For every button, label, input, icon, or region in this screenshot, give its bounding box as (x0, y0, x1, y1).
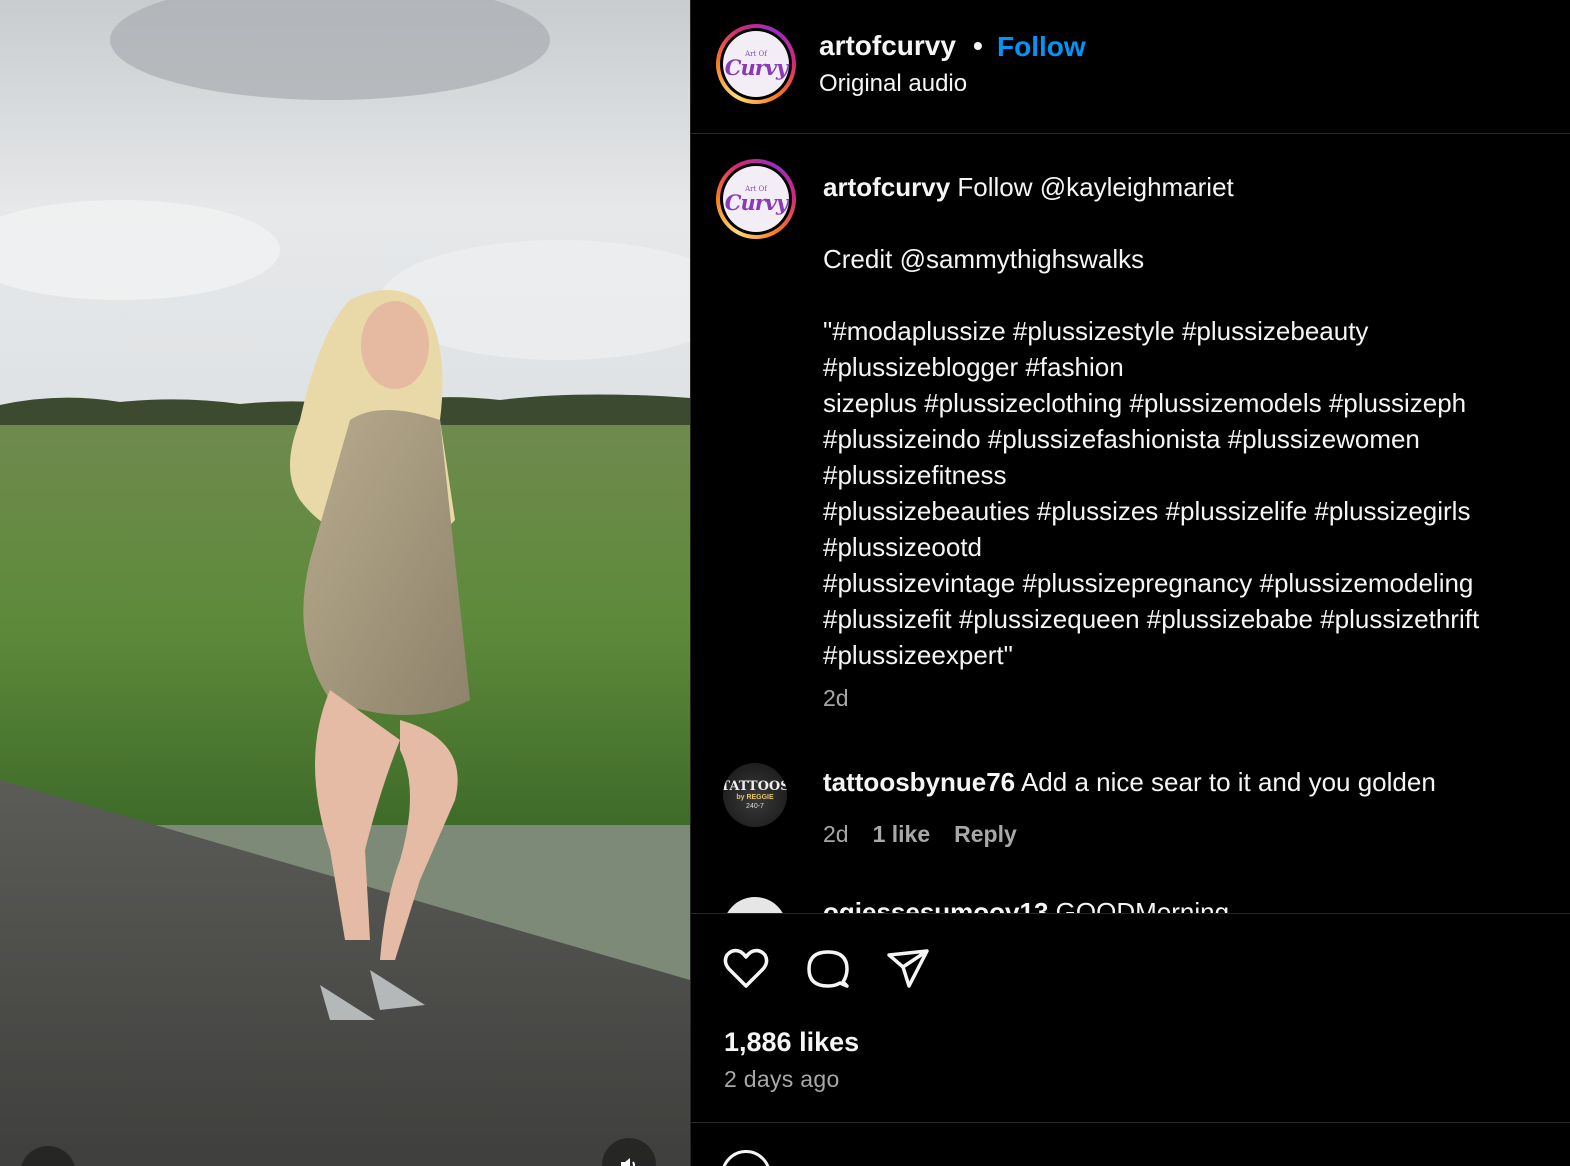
comment-text: tattoosbynue76 Add a nice sear to it and… (823, 767, 1436, 798)
audio-link[interactable]: Original audio (819, 70, 967, 98)
heart-icon[interactable] (721, 944, 771, 994)
caption-text: artofcurvy Follow @kayleighmariet Credit… (823, 169, 1570, 673)
comment-icon[interactable] (803, 944, 853, 994)
caption-username-link[interactable]: artofcurvy (823, 172, 950, 202)
reel-video[interactable]: ⋯ (0, 0, 690, 1166)
commenter-username-link[interactable]: ogjessesumoov13 (823, 897, 1048, 913)
post-timestamp[interactable]: 2 days ago (724, 1066, 840, 1093)
comment-body: GOODMorning (1055, 897, 1230, 913)
commenter-avatar[interactable] (723, 897, 787, 913)
comment-likes-count[interactable]: 1 like (873, 821, 931, 848)
comment-text: ogjessesumoov13 GOODMorning (823, 897, 1229, 913)
comment-meta: 2d 1 like Reply (823, 821, 1017, 848)
follow-button[interactable]: Follow (997, 31, 1086, 63)
commenter-avatar[interactable]: TATTOOS by REGGIE 240-7 (723, 763, 787, 827)
avatar-logo-text-number: 240-7 (746, 802, 764, 810)
speaker-icon (621, 1158, 635, 1166)
separator-dot: • (973, 30, 983, 61)
caption-body: Follow @kayleighmariet Credit @sammythig… (823, 172, 1480, 670)
reply-button[interactable]: Reply (954, 821, 1017, 848)
post-actions: 1,886 likes 2 days ago (691, 913, 1570, 1123)
caption-author-avatar[interactable]: Art Of Curvy (716, 159, 796, 239)
video-frame (0, 0, 690, 1166)
post-details-panel: Art Of Curvy artofcurvy • Follow Origina… (690, 0, 1570, 1166)
post-header: Art Of Curvy artofcurvy • Follow Origina… (691, 0, 1570, 134)
caption-timestamp[interactable]: 2d (823, 685, 849, 712)
emoji-icon[interactable] (721, 1150, 771, 1166)
likes-count[interactable]: 1,886 likes (724, 1027, 859, 1058)
author-username-link[interactable]: artofcurvy (819, 30, 956, 62)
share-icon[interactable] (883, 944, 933, 994)
comment-timestamp[interactable]: 2d (823, 821, 849, 848)
commenter-username-link[interactable]: tattoosbynue76 (823, 767, 1015, 797)
author-avatar[interactable]: Art Of Curvy (716, 24, 796, 104)
comment-body: Add a nice sear to it and you golden (1020, 767, 1436, 797)
avatar-logo-text: Curvy (724, 189, 788, 215)
avatar-logo-text-small: by REGGIE (736, 793, 774, 801)
comments-scroll-area[interactable]: Art Of Curvy artofcurvy Follow @kayleigh… (691, 135, 1570, 913)
avatar-logo-text: Curvy (724, 54, 788, 80)
avatar-logo-text: TATTOOS (723, 778, 787, 794)
